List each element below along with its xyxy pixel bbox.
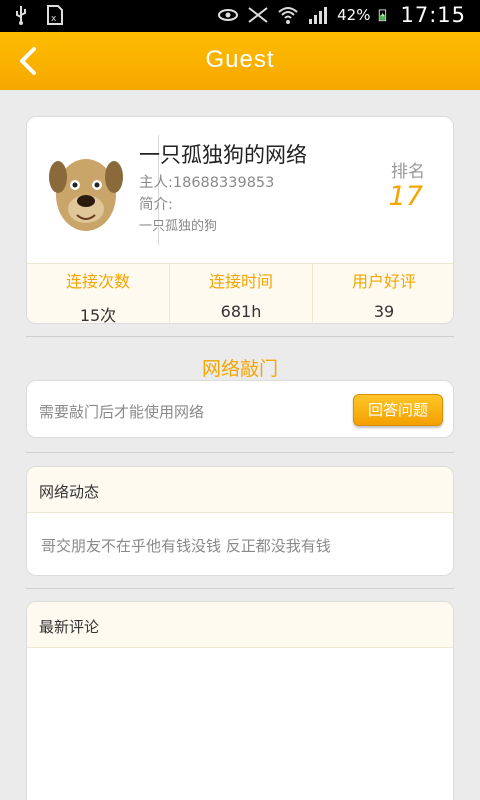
- section-divider: [26, 336, 454, 337]
- stat-label: 连接时间: [208, 272, 273, 291]
- comments-header: 最新评论: [39, 618, 100, 636]
- sim-icon: x: [47, 5, 63, 25]
- network-dynamics-card: 网络动态 哥交朋友不在乎他有钱没钱 反正都没我有钱: [26, 466, 454, 576]
- stat-value: 681h: [220, 302, 262, 321]
- eye-icon: [218, 9, 239, 21]
- stat-label: 连接次数: [65, 272, 130, 291]
- knock-hint: 需要敲门后才能使用网络: [39, 403, 205, 421]
- usb-icon: [16, 6, 26, 25]
- signal-icon: [309, 7, 328, 24]
- intro-label: 简介:: [139, 197, 173, 213]
- section-divider: [26, 452, 454, 453]
- stat-connect-count: 连接次数 15次: [27, 264, 170, 324]
- knock-section-title: 网络敲门: [201, 358, 278, 380]
- status-time: 17:15: [400, 3, 466, 27]
- status-bar: x 42% 17:15: [0, 0, 480, 32]
- title-bar: Guest: [0, 32, 480, 90]
- battery-percent: 42%: [337, 6, 371, 24]
- wifi-icon: [278, 7, 298, 24]
- network-name: 一只孤独狗的网络: [139, 143, 307, 167]
- card-header: 网络动态: [27, 467, 453, 513]
- stat-label: 用户好评: [351, 272, 416, 291]
- no-signal-icon: [248, 7, 268, 23]
- dynamics-text: 哥交朋友不在乎他有钱没钱 反正都没我有钱: [41, 537, 331, 555]
- rank-value: 17: [388, 181, 423, 212]
- stat-connect-time: 连接时间 681h: [170, 264, 313, 323]
- stat-value: 39: [373, 302, 395, 321]
- svg-text:x: x: [51, 14, 57, 24]
- profile-card: 一只孤独狗的网络 主人:18688339853 简介: 一只孤独的狗 排名 17…: [26, 116, 454, 324]
- latest-comments-card: 最新评论: [26, 601, 454, 800]
- dog-avatar: [49, 159, 123, 231]
- rank-label: 排名: [391, 162, 425, 182]
- dynamics-header: 网络动态: [39, 483, 100, 501]
- stats-bar: 连接次数 15次 连接时间 681h 用户好评 39: [27, 263, 453, 324]
- card-header: 最新评论: [27, 602, 453, 648]
- page-title: Guest: [205, 46, 275, 73]
- stat-user-rating: 用户好评 39: [313, 264, 453, 323]
- answer-question-button[interactable]: 回答问题: [353, 394, 443, 426]
- intro-text: 一只孤独的狗: [139, 219, 218, 234]
- owner-phone: 主人:18688339853: [139, 175, 275, 191]
- battery-icon: [379, 9, 387, 22]
- knock-card: 需要敲门后才能使用网络 回答问题: [26, 380, 454, 438]
- section-divider: [26, 588, 454, 589]
- stat-value: 15次: [79, 306, 117, 324]
